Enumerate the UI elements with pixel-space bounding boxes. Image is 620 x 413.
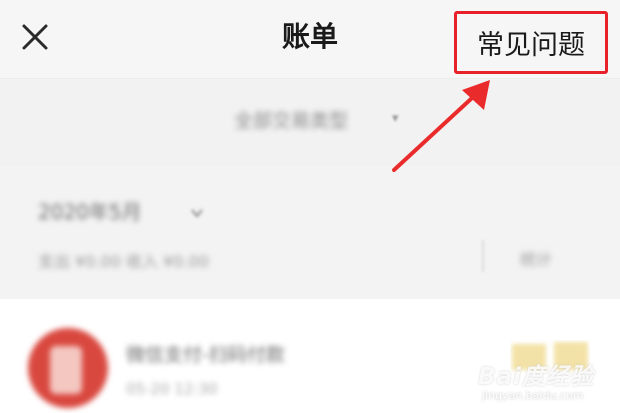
bill-time: 05-20 12:30: [126, 380, 218, 398]
month-section: [0, 168, 620, 298]
close-icon[interactable]: [18, 20, 52, 54]
month-selector[interactable]: 2020年5月: [38, 196, 142, 225]
faq-button[interactable]: 常见问题: [454, 11, 608, 74]
month-summary: 支出 ¥0.00 收入 ¥0.00: [38, 252, 209, 271]
top-navigation-bar: 账单 常见问题: [0, 0, 620, 79]
divider: [482, 240, 484, 272]
merchant-logo-mark: [50, 346, 82, 394]
filter-label: 全部交易类型: [234, 110, 349, 132]
chevron-down-icon: ▾: [392, 111, 399, 126]
month-chevron-down-icon: [191, 209, 203, 218]
stats-button[interactable]: 统计: [520, 246, 552, 270]
bill-merchant-name: 微信支付-扫码付款: [126, 344, 285, 366]
